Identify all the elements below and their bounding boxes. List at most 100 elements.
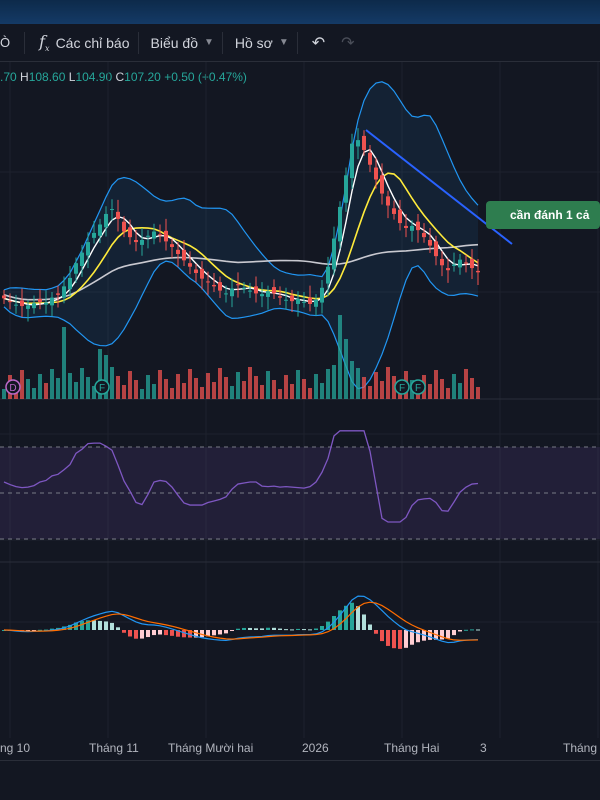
candle-body [344,175,348,203]
macd-histogram-bar [380,630,384,642]
indicators-button[interactable]: fx Các chỉ báo [25,24,137,61]
macd-histogram-bar [470,629,474,631]
macd-histogram-bar [446,630,450,639]
macd-histogram-bar [458,630,462,632]
macd-histogram-bar [392,630,396,649]
volume-bar [350,361,354,399]
candle-body [410,225,414,231]
macd-histogram-bar [362,614,366,630]
volume-bar [116,376,120,399]
volume-bar [170,388,174,399]
macd-histogram-bar [110,622,114,630]
macd-histogram-bar [476,629,480,631]
x-tick-label: ng 10 [0,741,31,755]
macd-histogram-bar [158,630,162,635]
candle-body [338,206,342,242]
volume-bar [464,369,468,399]
x-tick-label: 3 [480,741,487,755]
candle-body [92,232,96,238]
candle-body [86,242,90,256]
price-chart[interactable]: DFFF [0,62,600,738]
candle-body [230,288,234,297]
macd-histogram-bar [170,630,174,636]
candle-body [326,266,330,284]
volume-bar [80,368,84,399]
indicators-icon: fx [39,31,50,54]
macd-histogram-bar [320,626,324,630]
macd-histogram-bar [284,629,288,631]
volume-bar [248,367,252,399]
volume-bar [338,315,342,399]
x-tick-label: Tháng Mười hai [168,741,254,755]
volume-bar [296,370,300,399]
macd-histogram-bar [152,630,156,636]
volume-bar [278,389,282,399]
macd-histogram-bar [314,628,318,630]
volume-bar [428,384,432,399]
volume-bar [182,383,186,399]
candle-body [422,232,426,238]
volume-bar [326,369,330,399]
macd-histogram-bar [248,627,252,630]
x-tick-label: Tháng 4 [563,741,600,755]
undo-button[interactable]: ↶ [298,24,333,61]
x-tick-label: Tháng Hai [384,741,440,755]
chart-type-button[interactable]: Biểu đồ ▼ [139,24,222,61]
profile-label: Hồ sơ [234,34,273,51]
volume-bar [152,384,156,399]
profile-button[interactable]: Hồ sơ ▼ [223,24,297,61]
candle-body [278,296,282,298]
candle-body [308,297,312,304]
candle-body [254,286,258,294]
candle-body [374,167,378,180]
candle-body [398,209,402,224]
candle-body [56,293,60,295]
candle-body [44,302,48,305]
bottom-bar [0,760,600,800]
candle-body [464,262,468,264]
macd-histogram-bar [134,630,138,639]
time-axis: ng 10 Tháng 11 Tháng Mười hai 2026 Tháng… [0,738,600,760]
volume-bar [158,370,162,399]
volume-bar [308,388,312,399]
candle-body [458,259,462,268]
volume-bar [254,376,258,399]
candle-body [8,301,12,303]
volume-bar [110,367,114,399]
candle-body [392,208,396,214]
macd-histogram-bar [368,624,372,630]
candle-body [62,286,66,298]
macd-histogram-bar [242,627,246,630]
volume-bar [212,382,216,399]
macd-histogram-bar [146,630,150,638]
candle-body [332,238,336,270]
volume-bar [122,385,126,399]
candle-body [182,249,186,261]
candle-body [284,299,288,301]
candle-body [158,234,162,236]
candle-body [428,239,432,246]
volume-bar [200,387,204,399]
macd-histogram-bar [128,630,132,637]
candle-body [188,263,192,267]
macd-histogram-bar [104,621,108,630]
candle-body [242,287,246,289]
candle-body [134,239,138,243]
toolbar-partial-button[interactable]: Ò [0,24,24,61]
macd-histogram-bar [440,630,444,640]
volume-bar [44,383,48,399]
volume-bar [260,385,264,399]
redo-button[interactable]: ↷ [333,24,362,61]
macd-histogram-bar [140,630,144,639]
macd-histogram-bar [350,602,354,630]
candle-body [356,140,360,147]
volume-bar [320,383,324,399]
x-tick-label: Tháng 11 [89,741,139,755]
macd-histogram-bar [218,630,222,635]
volume-bar [362,377,366,399]
volume-bar [74,382,78,399]
volume-bar [32,388,36,399]
candle-body [98,224,102,236]
volume-bar [218,368,222,399]
annotation-callout[interactable]: cần đánh 1 cả [486,201,600,229]
